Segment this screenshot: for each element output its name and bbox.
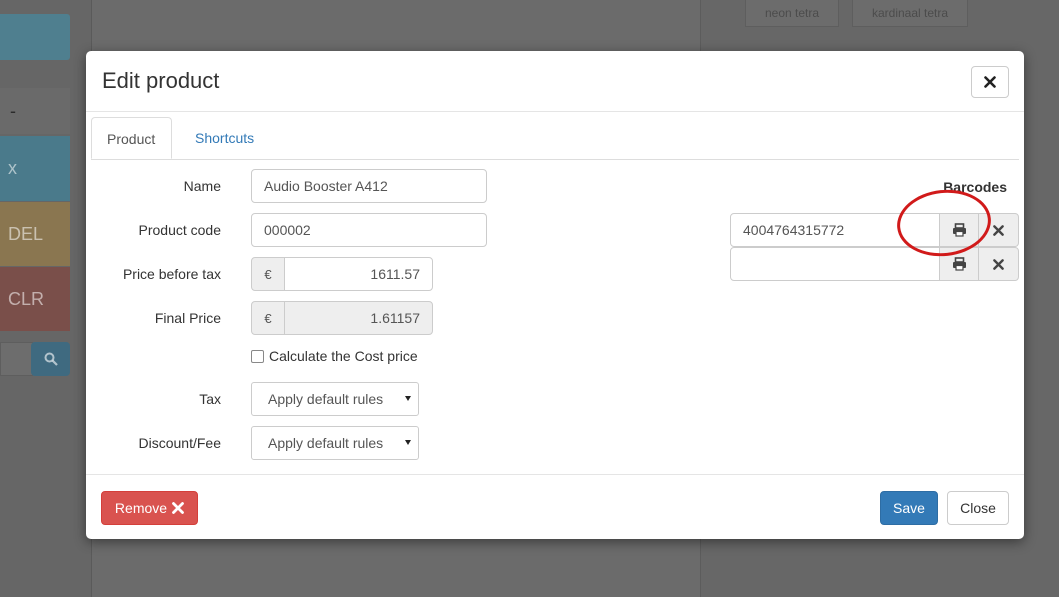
edit-product-dialog: Edit product Product Shortcuts Name Audi… — [86, 51, 1024, 539]
search-icon — [31, 342, 70, 376]
caret-down-icon — [405, 440, 411, 445]
discount-fee-select-value: Apply default rules — [268, 435, 384, 451]
barcode-input[interactable]: 4004764315772 — [730, 213, 940, 247]
print-icon — [952, 223, 966, 237]
keypad-key-del: DEL — [0, 202, 70, 266]
print-barcode-button[interactable] — [939, 247, 979, 281]
dialog-close-button[interactable] — [971, 66, 1009, 98]
close-button[interactable]: Close — [947, 491, 1009, 525]
product-code-label: Product code — [138, 222, 222, 238]
background-search-input — [0, 342, 33, 376]
currency-addon: € — [251, 301, 285, 335]
calculate-cost-label: Calculate the Cost price — [269, 348, 418, 364]
price-before-tax-input[interactable]: 1611.57 — [284, 257, 433, 291]
print-barcode-button[interactable] — [939, 213, 979, 247]
keypad-key-blank — [0, 14, 70, 60]
name-input[interactable]: Audio Booster A412 — [251, 169, 487, 203]
product-code-input[interactable]: 000002 — [251, 213, 487, 247]
background-search — [0, 342, 70, 376]
dialog-header: Edit product — [86, 51, 1024, 112]
close-icon — [984, 76, 996, 88]
barcode-row — [730, 247, 1019, 281]
tax-label: Tax — [199, 391, 221, 407]
name-label: Name — [183, 178, 221, 194]
remove-product-button[interactable]: Remove — [101, 491, 198, 525]
background-product-chip: kardinaal tetra — [852, 0, 968, 27]
remove-icon — [993, 224, 1004, 236]
delete-barcode-button[interactable] — [978, 213, 1019, 247]
background-product-chip: neon tetra — [745, 0, 839, 27]
barcode-input[interactable] — [730, 247, 940, 281]
final-price-label: Final Price — [154, 310, 221, 326]
calculate-cost-checkbox[interactable] — [251, 349, 264, 363]
keypad-key-x: x — [0, 136, 70, 201]
tax-select-value: Apply default rules — [268, 391, 384, 407]
print-icon — [952, 257, 966, 271]
remove-label: Remove — [114, 500, 168, 516]
price-before-tax-group: € 1611.57 — [251, 257, 433, 291]
delete-barcode-button[interactable] — [978, 247, 1019, 281]
dialog-tabs: Product Shortcuts — [91, 117, 1019, 160]
price-before-tax-label: Price before tax — [122, 266, 221, 282]
remove-icon — [172, 502, 184, 514]
dialog-title: Edit product — [102, 68, 220, 93]
discount-fee-label: Discount/Fee — [138, 435, 221, 451]
save-button[interactable]: Save — [880, 491, 938, 525]
tax-select[interactable]: Apply default rules — [251, 382, 419, 416]
remove-icon — [993, 258, 1004, 270]
dialog-footer: Remove Save Close — [86, 474, 1024, 540]
keypad-key-minus: - — [0, 88, 70, 134]
tab-shortcuts[interactable]: Shortcuts — [180, 117, 269, 159]
discount-fee-select[interactable]: Apply default rules — [251, 426, 419, 460]
calculate-cost-row[interactable]: Calculate the Cost price — [251, 348, 418, 364]
final-price-group: € 1.61157 — [251, 301, 433, 335]
currency-addon: € — [251, 257, 285, 291]
barcode-row: 4004764315772 — [730, 213, 1019, 247]
tab-product[interactable]: Product — [91, 117, 172, 159]
final-price-input: 1.61157 — [284, 301, 433, 335]
caret-down-icon — [405, 396, 411, 401]
barcodes-heading: Barcodes — [943, 179, 1007, 195]
keypad-key-clr: CLR — [0, 267, 70, 331]
